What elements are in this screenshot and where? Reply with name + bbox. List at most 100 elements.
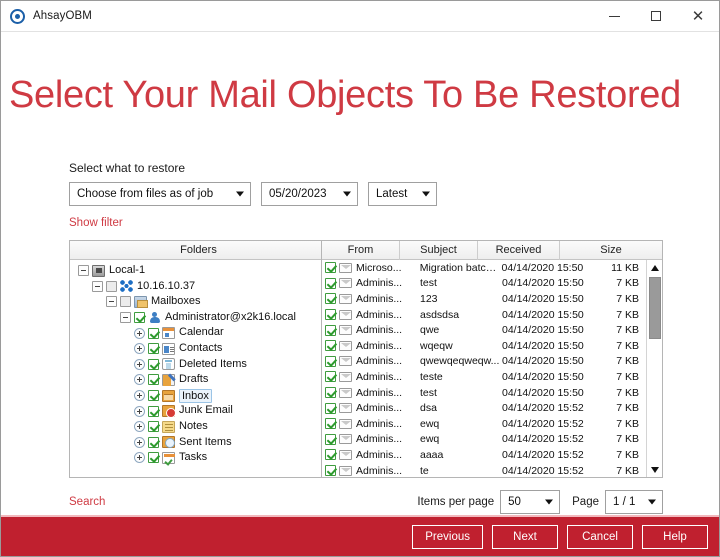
mail-list[interactable]: Microso... Migration batch... 04/14/2020 1… — [322, 260, 646, 477]
tree-item-checkbox[interactable] — [106, 280, 117, 292]
table-row[interactable]: Adminis... ewq 04/14/2020 15:52 7 KB — [322, 432, 646, 448]
tree-item-checkbox[interactable] — [134, 312, 145, 324]
row-checkbox[interactable] — [325, 324, 336, 336]
expand-icon[interactable] — [134, 358, 145, 370]
table-row[interactable]: Microso... Migration batch... 04/14/2020 1… — [322, 260, 646, 276]
table-row[interactable]: Adminis... test 04/14/2020 15:50 7 KB — [322, 276, 646, 292]
scrollbar-thumb[interactable] — [649, 277, 661, 339]
mail-list-scrollbar[interactable] — [646, 260, 662, 477]
scroll-down-icon[interactable] — [647, 462, 662, 477]
tree-item[interactable]: Sent Items — [74, 435, 321, 451]
table-row[interactable]: Adminis... test 04/14/2020 15:50 7 KB — [322, 385, 646, 401]
row-checkbox[interactable] — [325, 402, 336, 414]
table-row[interactable]: Adminis... wqeqw 04/14/2020 15:50 7 KB — [322, 338, 646, 354]
column-header-subject[interactable]: Subject — [400, 240, 478, 260]
table-row[interactable]: Adminis... ewq 04/14/2020 15:52 7 KB — [322, 416, 646, 432]
cell-received: 04/14/2020 15:52 — [502, 464, 584, 477]
expand-icon[interactable] — [134, 405, 145, 417]
row-checkbox[interactable] — [325, 449, 336, 461]
row-checkbox[interactable] — [325, 465, 336, 477]
table-row[interactable]: Adminis... qwe 04/14/2020 15:50 7 KB — [322, 322, 646, 338]
table-row[interactable]: Adminis... teste 04/14/2020 15:50 7 KB — [322, 369, 646, 385]
tree-item-checkbox[interactable] — [148, 390, 159, 402]
tree-item[interactable]: Administrator@x2k16.local — [74, 310, 321, 326]
collapse-icon[interactable] — [106, 296, 117, 308]
tree-item-checkbox[interactable] — [148, 421, 159, 433]
folder-tree[interactable]: Local-1 10.16.10.37 Mailboxes Administrator… — [70, 260, 321, 477]
table-row[interactable]: Adminis... aaaa 04/14/2020 15:52 7 KB — [322, 447, 646, 463]
tree-item-label: Tasks — [179, 451, 208, 464]
row-checkbox[interactable] — [325, 309, 336, 321]
collapse-icon[interactable] — [120, 312, 131, 324]
row-checkbox[interactable] — [325, 387, 336, 399]
row-checkbox[interactable] — [325, 433, 336, 445]
tree-item[interactable]: Junk Email — [74, 403, 321, 419]
table-row[interactable]: Adminis... te 04/14/2020 15:52 7 KB — [322, 463, 646, 477]
maximize-button[interactable] — [635, 1, 677, 32]
tree-item-checkbox[interactable] — [148, 327, 159, 339]
restore-version-dropdown[interactable]: Latest — [368, 182, 437, 206]
tree-item-checkbox[interactable] — [148, 374, 159, 386]
previous-button[interactable]: Previous — [412, 524, 483, 549]
tree-item[interactable]: Deleted Items — [74, 357, 321, 373]
column-header-received[interactable]: Received — [478, 240, 560, 260]
page-dropdown[interactable]: 1 / 1 — [605, 490, 663, 514]
tree-item-checkbox[interactable] — [148, 452, 159, 464]
scroll-up-icon[interactable] — [647, 260, 662, 275]
expand-icon[interactable] — [134, 452, 145, 464]
next-button[interactable]: Next — [492, 524, 558, 549]
items-per-page-dropdown[interactable]: 50 — [500, 490, 561, 514]
tree-item[interactable]: Tasks — [74, 450, 321, 466]
tree-item-checkbox[interactable] — [148, 343, 159, 355]
row-checkbox[interactable] — [325, 418, 336, 430]
column-header-size[interactable]: Size — [560, 241, 662, 260]
close-button[interactable]: ✕ — [677, 1, 719, 32]
collapse-icon[interactable] — [92, 280, 103, 292]
tree-item-checkbox[interactable] — [148, 436, 159, 448]
table-row[interactable]: Adminis... dsa 04/14/2020 15:52 7 KB — [322, 400, 646, 416]
table-row[interactable]: Adminis... qwewqeqweqw... 04/14/2020 15:50… — [322, 354, 646, 370]
row-checkbox[interactable] — [325, 340, 336, 352]
envelope-icon — [339, 449, 352, 460]
tree-item[interactable]: Calendar — [74, 325, 321, 341]
envelope-icon — [339, 403, 352, 414]
expand-icon[interactable] — [134, 436, 145, 448]
expand-icon[interactable] — [134, 421, 145, 433]
collapse-icon[interactable] — [78, 265, 89, 277]
scrollbar-track[interactable] — [647, 275, 662, 462]
tree-item[interactable]: Drafts — [74, 372, 321, 388]
expand-icon[interactable] — [134, 374, 145, 386]
show-filter-link[interactable]: Show filter — [69, 217, 123, 229]
tree-item-checkbox[interactable] — [148, 405, 159, 417]
search-link[interactable]: Search — [69, 496, 105, 508]
column-header-from[interactable]: From — [322, 240, 400, 260]
table-row[interactable]: Adminis... asdsdsa 04/14/2020 15:50 7 KB — [322, 307, 646, 323]
tree-item[interactable]: Inbox — [74, 388, 321, 404]
tree-item[interactable]: Notes — [74, 419, 321, 435]
expand-icon[interactable] — [134, 343, 145, 355]
row-checkbox[interactable] — [325, 355, 336, 367]
tree-item-checkbox[interactable] — [120, 296, 131, 308]
help-button[interactable]: Help — [642, 524, 708, 549]
row-checkbox[interactable] — [325, 371, 336, 383]
tree-item[interactable]: Mailboxes — [74, 294, 321, 310]
cell-subject: asdsdsa — [420, 308, 460, 321]
cell-subject: wqeqw — [420, 339, 453, 352]
expand-icon[interactable] — [134, 390, 145, 402]
cell-subject: Migration batch... — [419, 261, 500, 274]
row-checkbox[interactable] — [325, 262, 336, 274]
restore-source-dropdown[interactable]: Choose from files as of job — [69, 182, 251, 206]
minimize-button[interactable] — [593, 1, 635, 32]
cancel-button[interactable]: Cancel — [567, 524, 633, 549]
tree-item[interactable]: Contacts — [74, 341, 321, 357]
table-row[interactable]: Adminis... 123 04/14/2020 15:50 7 KB — [322, 291, 646, 307]
cell-from: Adminis... — [356, 324, 403, 337]
tree-item[interactable]: Local-1 — [74, 263, 321, 279]
tree-item[interactable]: 10.16.10.37 — [74, 279, 321, 295]
row-checkbox[interactable] — [325, 293, 336, 305]
expand-icon[interactable] — [134, 327, 145, 339]
tree-item-checkbox[interactable] — [148, 358, 159, 370]
row-checkbox[interactable] — [325, 277, 336, 289]
title-bar: AhsayOBM ✕ — [1, 1, 719, 32]
restore-date-dropdown[interactable]: 05/20/2023 — [261, 182, 358, 206]
